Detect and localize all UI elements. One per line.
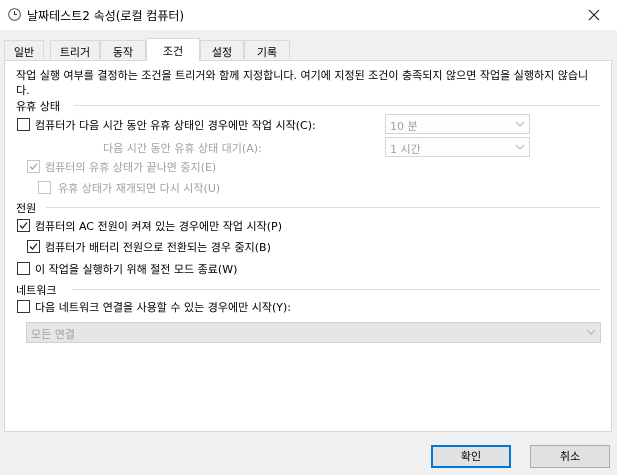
network-divider: [72, 289, 600, 290]
checkmark-icon: [29, 163, 38, 170]
chevron-down-icon: [515, 144, 525, 150]
tab-conditions[interactable]: 조건: [146, 38, 200, 61]
idle-duration-select[interactable]: 10 분: [385, 114, 530, 134]
idle-duration-value: 10 분: [390, 120, 418, 133]
network-connection-select[interactable]: 모든 연결: [26, 322, 601, 343]
restart-if-idle-checkbox[interactable]: [38, 181, 51, 194]
start-only-if-idle-checkbox[interactable]: [17, 118, 30, 131]
wait-duration-value: 1 시간: [390, 143, 421, 156]
checkmark-icon: [29, 243, 38, 250]
chevron-down-icon: [515, 121, 525, 127]
stop-on-battery-label: 컴퓨터가 배터리 전원으로 전환되는 경우 중지(B): [45, 241, 271, 254]
network-only-checkbox[interactable]: [17, 300, 30, 313]
tab-history[interactable]: 기록: [244, 40, 290, 59]
ac-power-only-label: 컴퓨터의 AC 전원이 켜져 있는 경우에만 작업 시작(P): [35, 220, 282, 233]
idle-divider: [74, 105, 600, 106]
network-only-label: 다음 네트워크 연결을 사용할 수 있는 경우에만 시작(Y):: [35, 301, 292, 314]
ok-button[interactable]: 확인: [431, 445, 511, 468]
stop-if-not-idle-checkbox[interactable]: [27, 160, 40, 173]
tab-triggers[interactable]: 트리거: [50, 40, 100, 59]
title-bar: 날짜테스트2 속성(로컬 컴퓨터): [0, 0, 617, 30]
tab-settings[interactable]: 설정: [200, 40, 244, 59]
power-divider: [46, 207, 600, 208]
chevron-down-icon: [586, 329, 596, 335]
wait-duration-select[interactable]: 1 시간: [385, 137, 530, 157]
ac-power-only-checkbox[interactable]: [17, 219, 30, 232]
clock-icon: [8, 8, 21, 21]
checkmark-icon: [19, 222, 28, 229]
stop-on-battery-checkbox[interactable]: [27, 240, 40, 253]
wake-to-run-label: 이 작업을 실행하기 위해 절전 모드 종료(W): [35, 263, 238, 276]
description-text: 작업 실행 여부를 결정하는 조건을 트리거와 함께 지정합니다. 여기에 지정…: [16, 69, 589, 97]
window-title: 날짜테스트2 속성(로컬 컴퓨터): [27, 9, 185, 23]
power-heading: 전원: [16, 202, 37, 215]
tab-actions[interactable]: 동작: [100, 40, 146, 59]
wake-to-run-checkbox[interactable]: [17, 262, 30, 275]
tab-general[interactable]: 일반: [4, 40, 44, 59]
network-heading: 네트워크: [16, 284, 57, 297]
close-button[interactable]: [571, 0, 617, 30]
stop-if-not-idle-label: 컴퓨터의 유휴 상태가 끝나면 중지(E): [45, 161, 217, 174]
close-icon: [588, 9, 600, 21]
start-only-if-idle-label: 컴퓨터가 다음 시간 동안 유휴 상태인 경우에만 작업 시작(C):: [35, 119, 316, 132]
cancel-button[interactable]: 취소: [530, 445, 610, 468]
restart-if-idle-label: 유휴 상태가 재개되면 다시 시작(U): [58, 182, 221, 195]
idle-heading: 유휴 상태: [16, 100, 60, 113]
wait-duration-label: 다음 시간 동안 유휴 상태 대기(A):: [103, 142, 262, 155]
network-connection-value: 모든 연결: [31, 328, 75, 341]
